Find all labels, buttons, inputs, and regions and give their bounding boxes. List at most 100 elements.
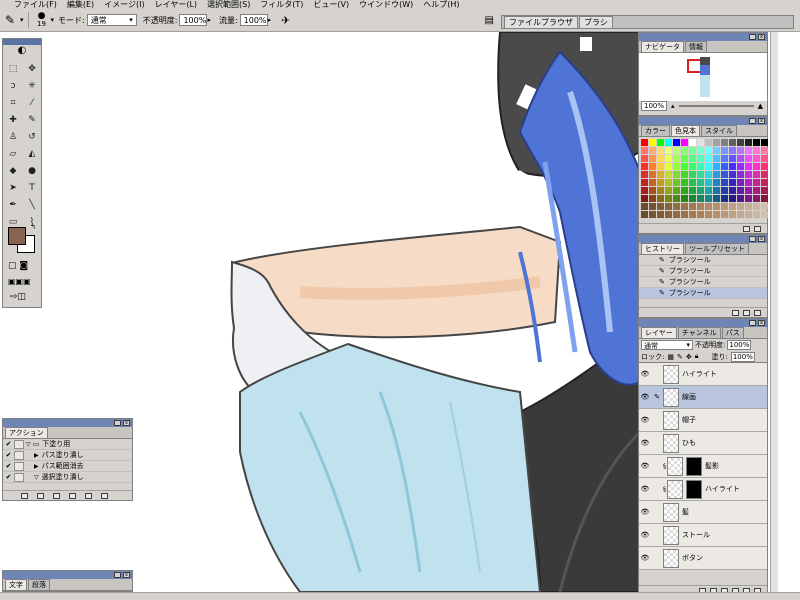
color-swatch[interactable] [713,139,720,146]
color-swatch[interactable] [729,187,736,194]
color-swatch[interactable] [649,163,656,170]
color-swatch[interactable] [713,195,720,202]
color-swatch[interactable] [761,155,768,162]
pen-tool-icon[interactable]: ✒ [5,197,21,213]
color-swatch[interactable] [721,187,728,194]
color-swatch[interactable] [753,147,760,154]
color-swatch[interactable] [761,147,768,154]
color-swatch[interactable] [697,139,704,146]
color-swatch[interactable] [657,203,664,210]
lock-move-icon[interactable]: ✥ [686,353,692,361]
color-swatch[interactable] [673,187,680,194]
color-swatch[interactable] [753,179,760,186]
color-swatch[interactable] [721,211,728,218]
color-swatch[interactable] [657,211,664,218]
history-brush-tool-icon[interactable]: ↺ [24,129,40,145]
color-swatch[interactable] [705,195,712,202]
color-swatch[interactable] [713,179,720,186]
color-swatch[interactable] [641,211,648,218]
color-swatch[interactable] [761,211,768,218]
color-swatch[interactable] [705,179,712,186]
layer-row[interactable]: 👁︎ 帽子 [639,409,767,432]
healing-brush-tool-icon[interactable]: ✚ [5,112,21,128]
color-swatch[interactable] [697,155,704,162]
color-swatch[interactable] [745,195,752,202]
color-swatch[interactable] [649,195,656,202]
trash-icon[interactable] [754,225,761,232]
layer-mask-thumbnail[interactable] [686,456,702,476]
color-swatch[interactable] [745,155,752,162]
color-swatch[interactable] [737,155,744,162]
opacity-slider-arrow[interactable]: ▸ [207,16,211,24]
color-swatch[interactable] [697,203,704,210]
color-swatch[interactable] [681,163,688,170]
link-icon[interactable]: § [663,463,666,470]
color-swatch[interactable] [641,195,648,202]
close-icon[interactable]: x [758,320,765,326]
tab-layers[interactable]: レイヤー [641,327,677,338]
color-swatch[interactable] [705,155,712,162]
color-swatch[interactable] [705,163,712,170]
color-swatch[interactable] [745,187,752,194]
tab-navigator[interactable]: ナビゲータ [641,41,684,52]
color-swatch[interactable] [657,147,664,154]
color-swatch[interactable] [649,179,656,186]
layer-row[interactable]: 👁︎ ストール [639,524,767,547]
visibility-eye-icon[interactable]: 👁︎ [639,393,651,401]
minimize-icon[interactable]: _ [749,118,756,124]
color-swatch[interactable] [697,163,704,170]
color-swatch[interactable] [697,195,704,202]
color-swatch[interactable] [713,187,720,194]
color-swatch[interactable] [729,147,736,154]
type-tool-icon[interactable]: T [24,180,40,196]
color-swatch[interactable] [689,163,696,170]
opacity-input[interactable]: 100% [179,14,208,26]
swatch-grid[interactable] [639,137,768,220]
color-swatch[interactable] [753,155,760,162]
color-swatch[interactable] [689,203,696,210]
app-logo-icon[interactable]: ◐ [3,45,41,59]
visibility-eye-icon[interactable]: 👁︎ [639,508,651,516]
zoom-slider[interactable] [678,105,754,107]
color-swatch[interactable] [697,147,704,154]
minimize-icon[interactable]: _ [749,320,756,326]
color-swatch[interactable] [641,187,648,194]
jump-to-imageready-icon[interactable]: ⇨◫ [10,292,26,302]
color-swatch[interactable] [657,179,664,186]
tab-paragraph[interactable]: 段落 [28,579,50,590]
layer-row[interactable]: 👁︎ ハイライト [639,363,767,386]
color-swatch[interactable] [745,139,752,146]
color-swatch[interactable] [665,155,672,162]
check-icon[interactable]: ✔ [3,462,14,470]
color-swatch[interactable] [681,179,688,186]
layer-row[interactable]: 👁︎ 髪 [639,501,767,524]
color-swatch[interactable] [657,163,664,170]
blur-tool-icon[interactable]: ◆ [5,163,21,179]
dialog-toggle[interactable] [14,439,24,449]
color-swatch[interactable] [761,171,768,178]
dialog-toggle[interactable] [14,450,24,460]
color-swatch[interactable] [721,155,728,162]
color-swatch[interactable] [737,187,744,194]
expand-icon[interactable]: ▶ [34,463,39,470]
close-icon[interactable]: x [123,572,130,578]
color-swatch[interactable] [665,211,672,218]
color-swatch[interactable] [761,139,768,146]
brush-preset-picker[interactable]: ● 19 [33,12,51,28]
layer-row[interactable]: 👁︎ § ハイライト [639,478,767,501]
history-item-current[interactable]: ✎ ブラシツール [639,288,767,299]
color-swatch[interactable] [737,139,744,146]
lock-transparency-icon[interactable]: ▦ [667,353,674,361]
color-swatch[interactable] [761,195,768,202]
flow-input[interactable]: 100% [239,14,268,26]
color-swatch[interactable] [729,171,736,178]
color-swatch[interactable] [649,211,656,218]
clone-stamp-tool-icon[interactable]: ♙ [5,129,21,145]
color-swatch[interactable] [721,139,728,146]
stop-icon[interactable] [21,492,28,499]
screen-mode-icon[interactable]: ▣▣▣ [8,277,31,286]
color-swatch[interactable] [721,171,728,178]
color-swatch[interactable] [673,163,680,170]
visibility-eye-icon[interactable]: 👁︎ [639,531,651,539]
color-swatch[interactable] [753,203,760,210]
